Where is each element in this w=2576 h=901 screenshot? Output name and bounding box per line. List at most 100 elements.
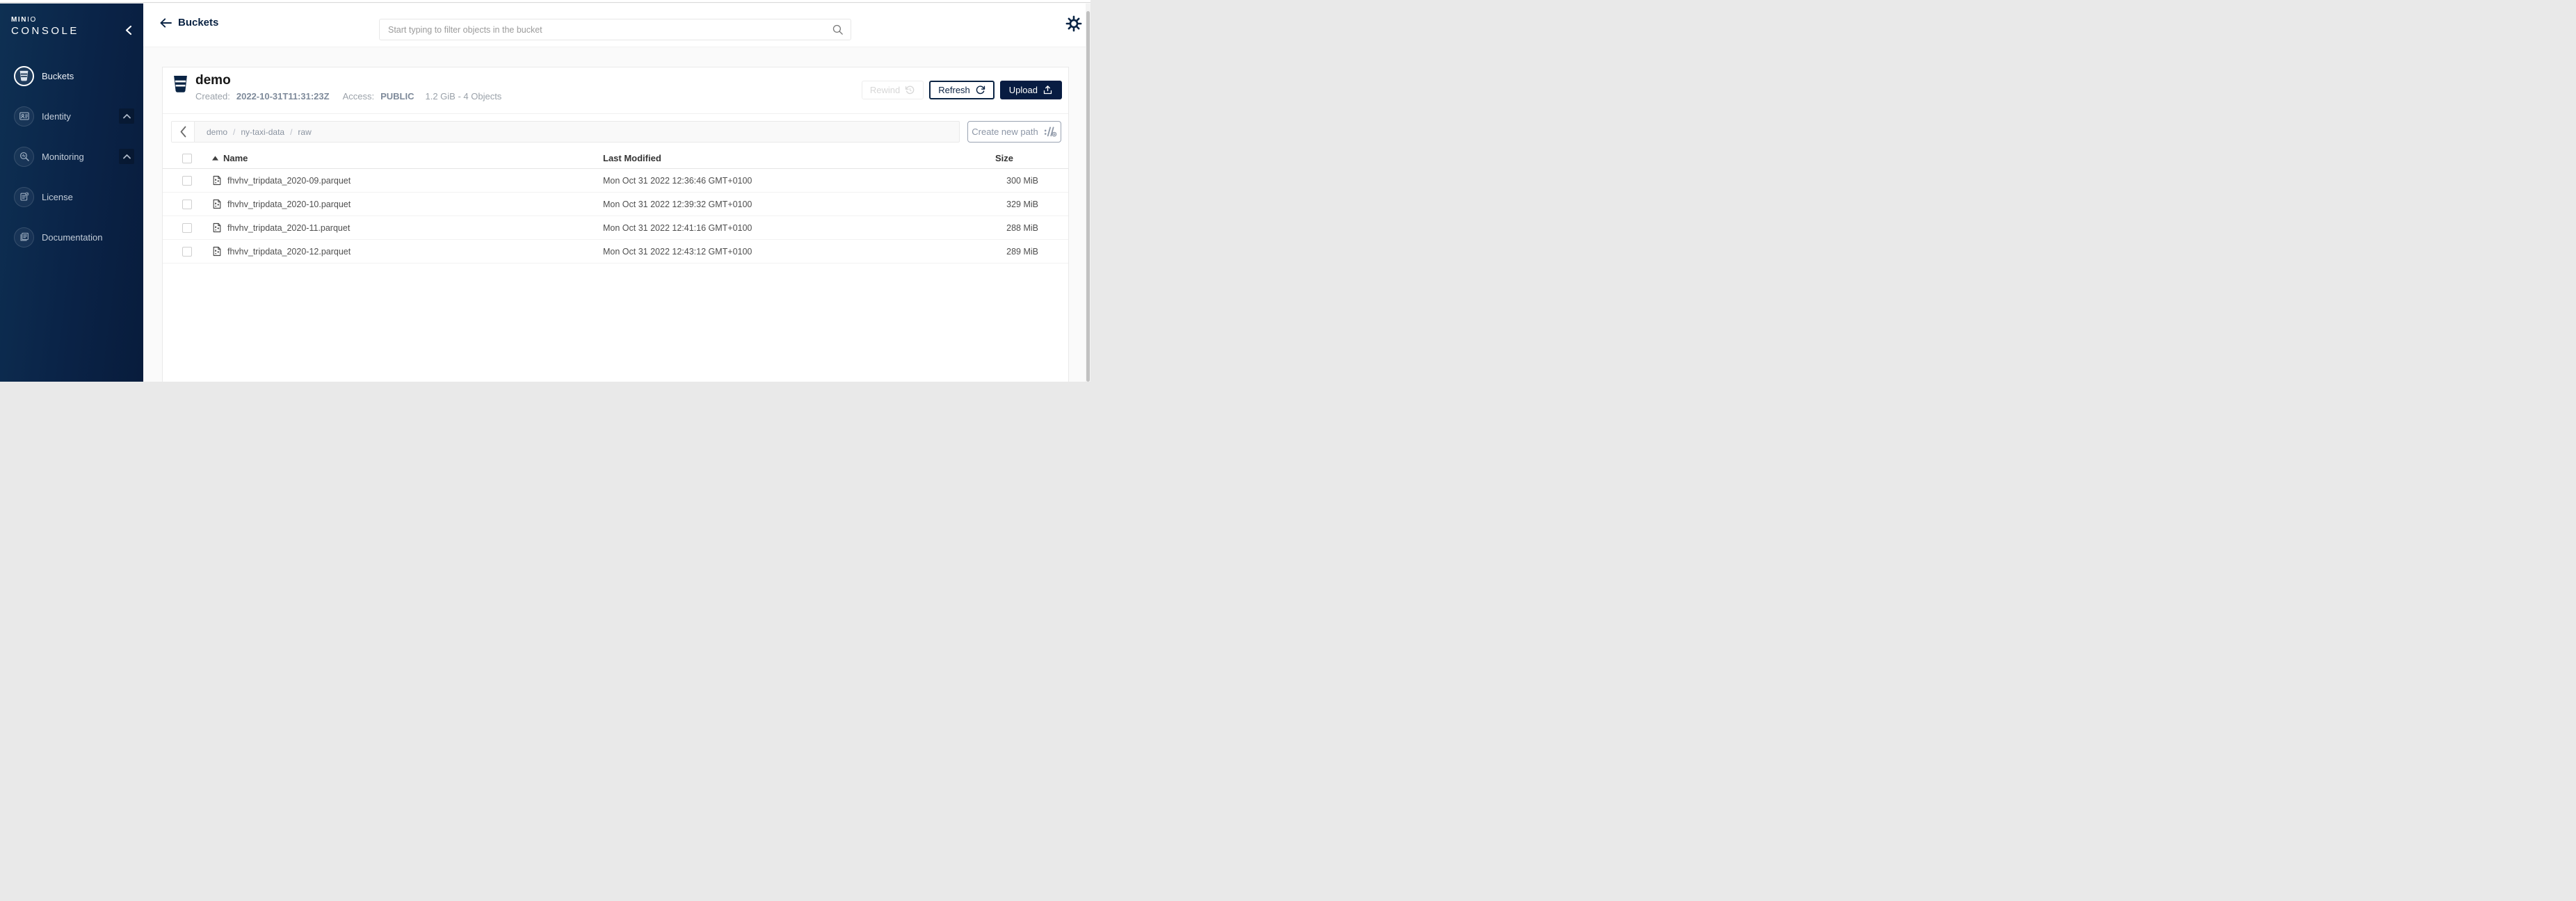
bucket-usage: 1.2 GiB - 4 Objects [425, 91, 501, 102]
object-modified: Mon Oct 31 2022 12:43:12 GMT+0100 [603, 247, 971, 257]
bucket-meta: Created: 2022-10-31T11:31:23Z Access: PU… [195, 91, 501, 102]
sidebar-item-label: Buckets [42, 71, 134, 81]
minio-brand: MINIO [11, 17, 79, 24]
chevron-left-icon [179, 126, 187, 138]
table-row[interactable]: fhvhv_tripdata_2020-10.parquet Mon Oct 3… [163, 193, 1068, 216]
sidebar-item-label: Monitoring [42, 152, 119, 162]
sidebar-item-identity[interactable]: Identity [0, 96, 143, 136]
object-modified: Mon Oct 31 2022 12:39:32 GMT+0100 [603, 200, 971, 209]
table-row[interactable]: fhvhv_tripdata_2020-11.parquet Mon Oct 3… [163, 216, 1068, 240]
object-size: 289 MiB [971, 247, 1068, 257]
name-header-label: Name [223, 153, 248, 163]
bucket-browser-panel: demo Created: 2022-10-31T11:31:23Z Acces… [162, 67, 1069, 382]
breadcrumb-separator: / [233, 127, 235, 137]
bucket-icon [172, 75, 188, 93]
brand-light: IO [27, 16, 37, 24]
sidebar-item-license[interactable]: License [0, 177, 143, 217]
created-value: 2022-10-31T11:31:23Z [236, 91, 330, 102]
documentation-icon [14, 227, 34, 247]
license-icon [14, 187, 34, 207]
search-input[interactable] [388, 25, 832, 35]
sidebar-item-label: License [42, 192, 134, 202]
breadcrumb-segment[interactable]: ny-taxi-data [241, 127, 284, 137]
access-value: PUBLIC [380, 91, 414, 102]
upload-button[interactable]: Upload [1000, 81, 1062, 99]
object-file-icon [211, 245, 223, 257]
column-header-modified: Last Modified [603, 153, 971, 163]
topbar-title: Buckets [178, 17, 218, 29]
main-content: demo Created: 2022-10-31T11:31:23Z Acces… [143, 47, 1090, 382]
breadcrumb-segment[interactable]: demo [207, 127, 227, 137]
column-header-name[interactable]: Name [203, 153, 603, 163]
create-new-path-button[interactable]: Create new path [967, 121, 1061, 143]
sort-ascending-icon [212, 156, 218, 161]
row-checkbox[interactable] [182, 247, 192, 257]
back-to-buckets-link[interactable]: Buckets [160, 17, 218, 29]
path-back-button[interactable] [172, 122, 195, 142]
object-size: 329 MiB [971, 200, 1068, 209]
bucket-actions: Rewind Refresh [862, 81, 1062, 99]
object-name: fhvhv_tripdata_2020-09.parquet [227, 176, 351, 186]
breadcrumb: demo / ny-taxi-data / raw [195, 122, 312, 142]
refresh-button[interactable]: Refresh [929, 81, 995, 99]
path-row: demo / ny-taxi-data / raw Create new pat… [171, 121, 1061, 143]
object-size: 300 MiB [971, 176, 1068, 186]
table-row[interactable]: fhvhv_tripdata_2020-09.parquet Mon Oct 3… [163, 169, 1068, 193]
path-bar: demo / ny-taxi-data / raw [171, 121, 960, 143]
chevron-left-icon [124, 25, 133, 35]
row-checkbox[interactable] [182, 200, 192, 209]
identity-icon [14, 106, 34, 127]
new-path-icon [1044, 127, 1057, 137]
scrollbar-thumb[interactable] [1086, 11, 1090, 382]
access-label: Access: [343, 91, 375, 102]
sidebar-item-label: Documentation [42, 232, 134, 243]
sidebar-item-documentation[interactable]: Documentation [0, 217, 143, 257]
bucket-header: demo Created: 2022-10-31T11:31:23Z Acces… [163, 67, 1068, 114]
sidebar-header: MINIO CONSOLE [0, 3, 143, 37]
search-icon [832, 24, 844, 35]
table-header-row: Name Last Modified Size [163, 148, 1068, 169]
refresh-label: Refresh [938, 85, 970, 95]
upload-label: Upload [1009, 85, 1038, 95]
object-filter-searchbox [379, 19, 851, 40]
minio-console-page: MINIO CONSOLE Buckets [0, 0, 1090, 382]
window-top-strip [0, 0, 1090, 3]
breadcrumb-segment[interactable]: raw [298, 127, 311, 137]
object-name: fhvhv_tripdata_2020-12.parquet [227, 247, 351, 257]
refresh-icon [975, 85, 985, 95]
rewind-label: Rewind [870, 85, 900, 95]
monitoring-icon [14, 147, 34, 167]
brand-bold: MIN [11, 16, 27, 24]
sidebar-item-label: Identity [42, 111, 119, 122]
sidebar-collapse-button[interactable] [124, 25, 133, 35]
object-file-icon [211, 198, 223, 210]
sidebar-item-monitoring[interactable]: Monitoring [0, 136, 143, 177]
chevron-up-icon[interactable] [119, 149, 134, 164]
object-size: 288 MiB [971, 223, 1068, 233]
rewind-button[interactable]: Rewind [862, 81, 924, 99]
chevron-up-icon[interactable] [119, 108, 134, 124]
row-checkbox[interactable] [182, 223, 192, 233]
sidebar-item-buckets[interactable]: Buckets [0, 56, 143, 96]
minio-logo: MINIO CONSOLE [11, 17, 79, 37]
bucket-icon [14, 66, 34, 86]
object-modified: Mon Oct 31 2022 12:36:46 GMT+0100 [603, 176, 971, 186]
console-wordmark: CONSOLE [11, 25, 79, 37]
object-name: fhvhv_tripdata_2020-11.parquet [227, 223, 350, 233]
sidebar-menu: Buckets Identity [0, 56, 143, 257]
objects-table: Name Last Modified Size [163, 148, 1068, 263]
object-file-icon [211, 222, 223, 234]
rewind-icon [905, 85, 915, 95]
table-row[interactable]: fhvhv_tripdata_2020-12.parquet Mon Oct 3… [163, 240, 1068, 263]
object-name: fhvhv_tripdata_2020-10.parquet [227, 200, 351, 209]
settings-gear-button[interactable] [1065, 15, 1082, 32]
upload-icon [1043, 85, 1053, 95]
row-checkbox[interactable] [182, 176, 192, 186]
select-all-checkbox[interactable] [182, 154, 192, 163]
bucket-title-block: demo Created: 2022-10-31T11:31:23Z Acces… [195, 73, 501, 102]
create-new-path-label: Create new path [972, 127, 1038, 137]
sidebar: MINIO CONSOLE Buckets [0, 3, 143, 382]
created-label: Created: [195, 91, 230, 102]
gear-icon [1065, 15, 1082, 32]
breadcrumb-separator: / [290, 127, 292, 137]
